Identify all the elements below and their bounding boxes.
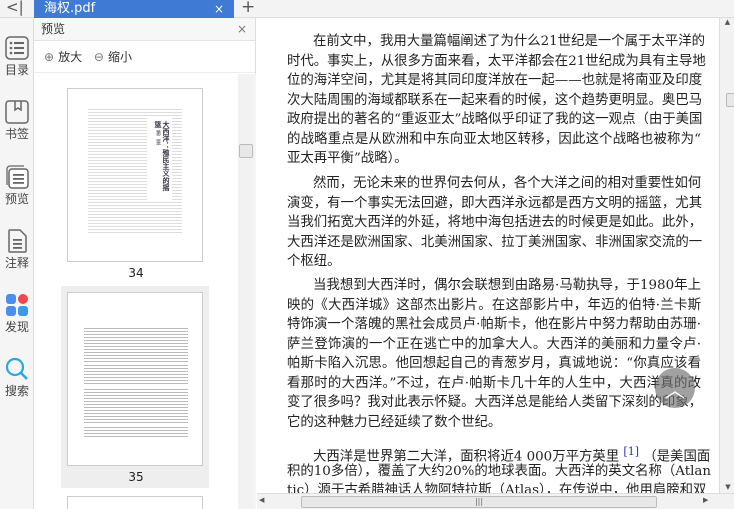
text-line: 它的这种魅力已经延续了数个世纪。 (287, 414, 502, 430)
zoom-controls: ⊕ 放大 ⊖ 缩小 (34, 41, 255, 73)
scroll-to-top-button[interactable]: ︿ (655, 368, 695, 408)
text-line: 然而，无论未来的世界何去何从，各个大洋之间的相对重要性如何 (313, 176, 702, 191)
preview-panel: 预览 × ⊕ 放大 ⊖ 缩小 大西洋：殖民主义的摇篮 第二章 34 35 (34, 18, 256, 509)
paragraph: 然而，无论未来的世界何去何从，各个大洋之间的相对重要性如何演变，有一个事实无法回… (287, 174, 703, 272)
footnote-link[interactable]: [1] (623, 445, 639, 458)
sidebar-item-label: 书签 (4, 127, 29, 141)
list-icon (5, 36, 29, 60)
scrollbar-thumb[interactable] (726, 93, 734, 107)
page-number-label: 34 (128, 266, 144, 280)
text-line: 大西洋还是欧洲国家、北美洲国家、拉丁美洲国家、非洲国家交流的一 (287, 234, 703, 250)
scroll-right-arrow[interactable]: ▶ (703, 496, 708, 504)
sidebar: 目录 书签 预览 注释 发现 搜索 (0, 18, 34, 509)
sidebar-item-label: 预览 (4, 192, 29, 206)
paragraph: 当我想到大西洋时，偶尔会联想到由路易·马勒执导，于1980年上映的《大西洋城》这… (287, 276, 703, 432)
panel-header: 预览 × (34, 18, 255, 41)
text-line: 萨兰登饰演的一个正在逃亡中的加拿大人。大西洋的美丽和力量令卢· (287, 336, 701, 352)
text-line: 的战略重点是从欧洲和中东向亚太地区转移，因此这个战略也被称为“ (287, 131, 701, 147)
text-line: 帕斯卡陷入沉思。他回想起自己的青葱岁月，真诚地说：“你真应该看 (287, 356, 701, 371)
tab-bar: <| 海权.pdf × + (0, 0, 734, 18)
sidebar-item-label: 注释 (4, 256, 29, 270)
bookmark-icon (5, 100, 29, 124)
paragraph: 在前文中，我用大量篇幅阐述了为什么21世纪是一个属于太平洋的时代。事实上，从很多… (287, 32, 706, 169)
text-line: 个枢纽。 (287, 254, 341, 269)
page-thumbnail-36[interactable] (67, 496, 203, 509)
text-line: 特饰演一个落魄的黑社会成员卢·帕斯卡，他在影片中努力帮助由苏珊· (287, 317, 701, 332)
sidebar-item-discover[interactable]: 发现 (0, 293, 34, 335)
text-line: 时代。事实上，从很多方面来看，太平洋都会在21世纪成为具有主导地 (287, 53, 706, 69)
zoom-out-button[interactable]: ⊖ 缩小 (94, 50, 136, 64)
tab-close-icon[interactable]: × (214, 0, 224, 18)
sidebar-item-label: 发现 (4, 320, 29, 334)
search-icon (5, 357, 28, 380)
sidebar-item-annotations[interactable]: 注释 (0, 229, 34, 271)
sidebar-item-preview[interactable]: 预览 (0, 165, 34, 207)
text-line: 当我想到大西洋时，偶尔会联想到由路易·马勒执导，于1980年上 (313, 278, 701, 293)
text-line: 在前文中，我用大量篇幅阐述了为什么21世纪是一个属于太平洋的 (313, 34, 705, 49)
text-line: 当我们拓宽大西洋的外延，将地中海包括进去的时候更是如此。此外， (287, 215, 703, 230)
sidebar-item-toc[interactable]: 目录 (0, 36, 34, 78)
scroll-up-arrow[interactable]: ▲ (720, 18, 734, 26)
sidebar-item-search[interactable]: 搜索 (0, 357, 34, 399)
scrollbar-thumb[interactable]: ||| (301, 496, 657, 508)
thumbnail-list: 大西洋：殖民主义的摇篮 第二章 34 35 (34, 74, 256, 509)
tab-title: 海权.pdf (44, 1, 96, 16)
note-icon (8, 229, 27, 253)
text-line: 映的《大西洋城》这部杰出影片。在这部影片中，年迈的伯特·兰卡斯 (287, 297, 701, 313)
zoom-out-icon: ⊖ (93, 50, 104, 64)
scrollbar-thumb[interactable] (239, 144, 253, 158)
sidebar-item-label: 目录 (4, 63, 29, 77)
text-line: 变了很多吗？我对此表示怀疑。大西洋总是能给人类留下深刻的印象， (287, 395, 703, 410)
panel-close-icon[interactable]: × (237, 18, 247, 41)
text-line: 演变，有一个事实无法回避，即大西洋永远都是西方文明的摇篮，尤其 (287, 195, 703, 211)
page-thumbnail-34[interactable]: 大西洋：殖民主义的摇篮 第二章 (67, 88, 203, 262)
document-horizontal-scrollbar[interactable]: ◀ ||| ▶ (257, 493, 734, 509)
new-tab-button[interactable]: + (241, 0, 255, 17)
text-line: 亚太再平衡”战略）。 (287, 151, 408, 166)
pages-icon (6, 165, 29, 189)
scroll-left-arrow[interactable]: ◀ (259, 496, 264, 504)
sidebar-item-label: 搜索 (4, 384, 29, 398)
text-line: 位的海洋空间，尤其是将其同印度洋放在一起——也就是将南亚及印度 (287, 73, 703, 88)
page-thumbnail-35[interactable] (67, 292, 203, 466)
apps-icon (6, 294, 28, 316)
chapter-number: 第二章 (155, 130, 161, 146)
zoom-in-icon: ⊕ (44, 50, 55, 64)
sidebar-item-bookmarks[interactable]: 书签 (0, 100, 34, 142)
panel-title: 预览 (41, 22, 66, 36)
document-vertical-scrollbar[interactable]: ▲ ▼ (719, 18, 734, 493)
paragraph: 大西洋是世界第二大洋，面积将近4 000万平方英里 [1] （是美国面 积的10… (287, 445, 711, 493)
text-line: 次大陆周围的海域都联系在一起来看的时候，这个趋势更明显。奥巴马 (287, 92, 703, 108)
tab-document[interactable]: 海权.pdf × (34, 0, 234, 18)
text-line: 看那时的大西洋。”不过，在卢·帕斯卡几十年的人生中，大西洋真的改 (287, 375, 701, 391)
thumbnail-scrollbar[interactable] (238, 74, 254, 509)
scroll-down-arrow[interactable]: ▼ (720, 483, 734, 491)
chevron-up-icon: ︿ (665, 378, 685, 402)
page-number-label: 35 (128, 470, 144, 484)
zoom-in-button[interactable]: ⊕ 放大 (44, 50, 86, 64)
text-line: 政府提出的著名的“重返亚太”战略似乎印证了我的这一观点（由于美国 (287, 112, 703, 127)
collapse-left-icon[interactable]: <| (6, 0, 24, 16)
document-view: 在前文中，我用大量篇幅阐述了为什么21世纪是一个属于太平洋的时代。事实上，从很多… (257, 18, 719, 493)
